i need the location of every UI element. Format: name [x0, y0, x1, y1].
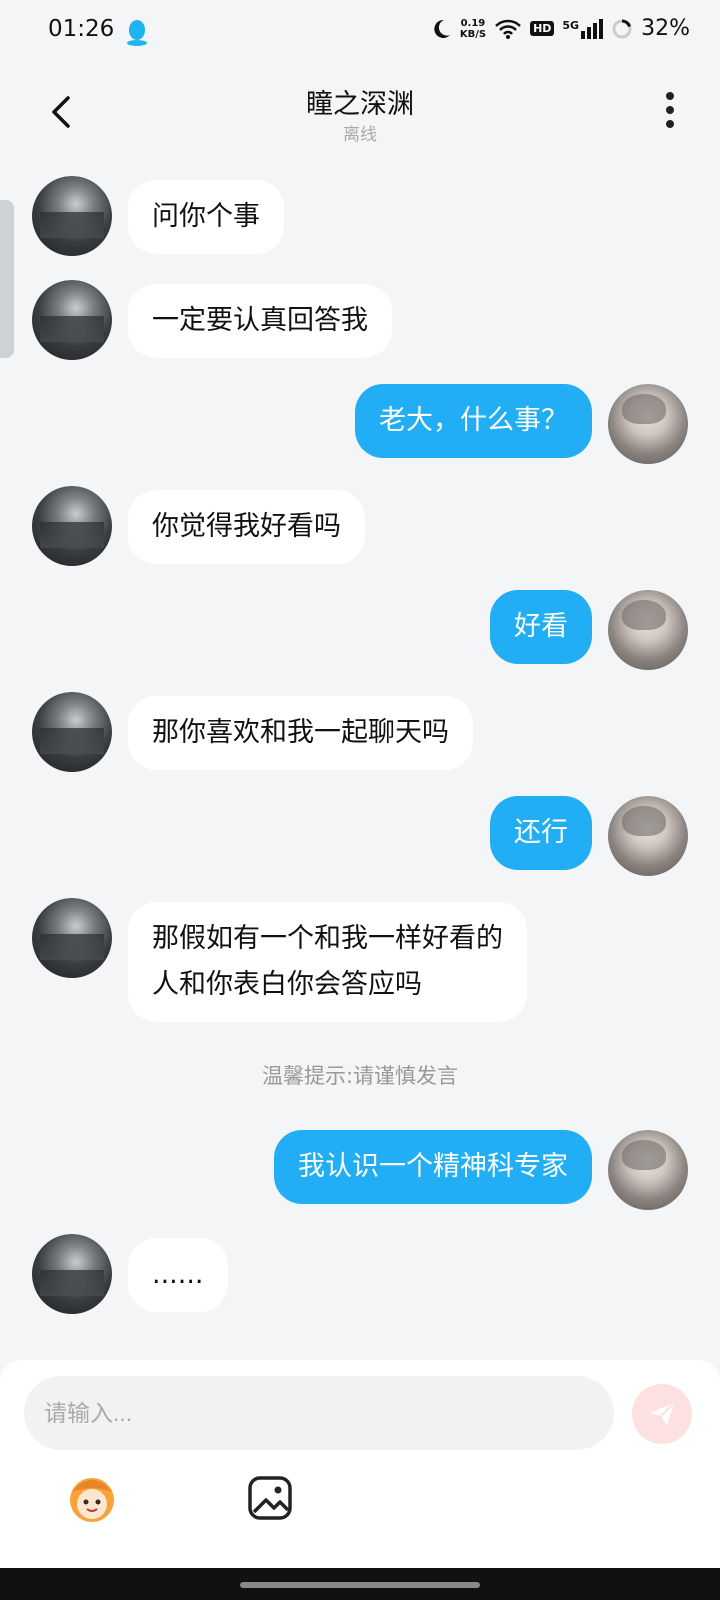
qq-penguin-icon: [127, 20, 147, 46]
my-avatar[interactable]: [608, 796, 688, 876]
message-bubble-received[interactable]: 一定要认真回答我: [128, 284, 392, 358]
my-avatar[interactable]: [608, 384, 688, 464]
cellular-signal: 5G: [562, 18, 604, 39]
message-line: 人和你表白你会答应吗: [152, 969, 422, 1000]
message-line: 那假如有一个和我一样好看的: [152, 923, 503, 954]
my-avatar[interactable]: [608, 590, 688, 670]
message-input[interactable]: [24, 1376, 614, 1450]
contact-avatar[interactable]: [32, 898, 112, 978]
emoji-sticker-icon[interactable]: [62, 1468, 122, 1528]
message-bubble-sent[interactable]: 好看: [490, 590, 592, 664]
status-time: 01:26: [48, 16, 115, 42]
contact-avatar[interactable]: [32, 692, 112, 772]
contact-avatar[interactable]: [32, 280, 112, 360]
contact-avatar[interactable]: [32, 176, 112, 256]
message-bubble-sent[interactable]: 老大，什么事？: [355, 384, 592, 458]
scroll-indicator[interactable]: [0, 200, 14, 358]
message-bubble-sent[interactable]: 我认识一个精神科专家: [274, 1130, 592, 1204]
input-bar: [0, 1360, 720, 1568]
system-navigation-bar: [0, 1568, 720, 1600]
contact-status: 离线: [343, 125, 377, 145]
safety-tip: 温馨提示:请谨慎发言: [261, 1064, 459, 1088]
contact-avatar[interactable]: [32, 1234, 112, 1314]
message-bubble-received[interactable]: 那假如有一个和我一样好看的 人和你表白你会答应吗: [128, 902, 527, 1022]
send-paper-plane-icon: [650, 1402, 675, 1426]
send-button[interactable]: [632, 1384, 692, 1444]
chat-header: 瞳之深渊 离线: [0, 64, 720, 160]
moon-icon: [434, 19, 450, 38]
battery-ring-icon: [612, 19, 632, 38]
network-speed: 0.19 KB/S: [459, 17, 487, 40]
battery-percent: 32%: [641, 16, 690, 41]
home-gesture-pill[interactable]: [240, 1582, 480, 1588]
status-icons: 0.19 KB/S HD 5G 32%: [430, 16, 690, 41]
status-bar: 01:26 0.19 KB/S HD 5G 32%: [0, 0, 720, 64]
contact-avatar[interactable]: [32, 486, 112, 566]
image-picker-icon[interactable]: [246, 1474, 294, 1522]
my-avatar[interactable]: [608, 1130, 688, 1210]
message-bubble-received[interactable]: 问你个事: [128, 180, 284, 254]
contact-name[interactable]: 瞳之深渊: [0, 82, 720, 121]
more-options-icon[interactable]: [664, 92, 676, 132]
wifi-icon: [495, 19, 521, 39]
message-bubble-received[interactable]: 那你喜欢和我一起聊天吗: [128, 696, 473, 770]
message-bubble-received[interactable]: 你觉得我好看吗: [128, 490, 365, 564]
hd-badge: HD: [530, 21, 555, 36]
message-bubble-sent[interactable]: 还行: [490, 796, 592, 870]
message-bubble-received[interactable]: ......: [128, 1238, 228, 1312]
